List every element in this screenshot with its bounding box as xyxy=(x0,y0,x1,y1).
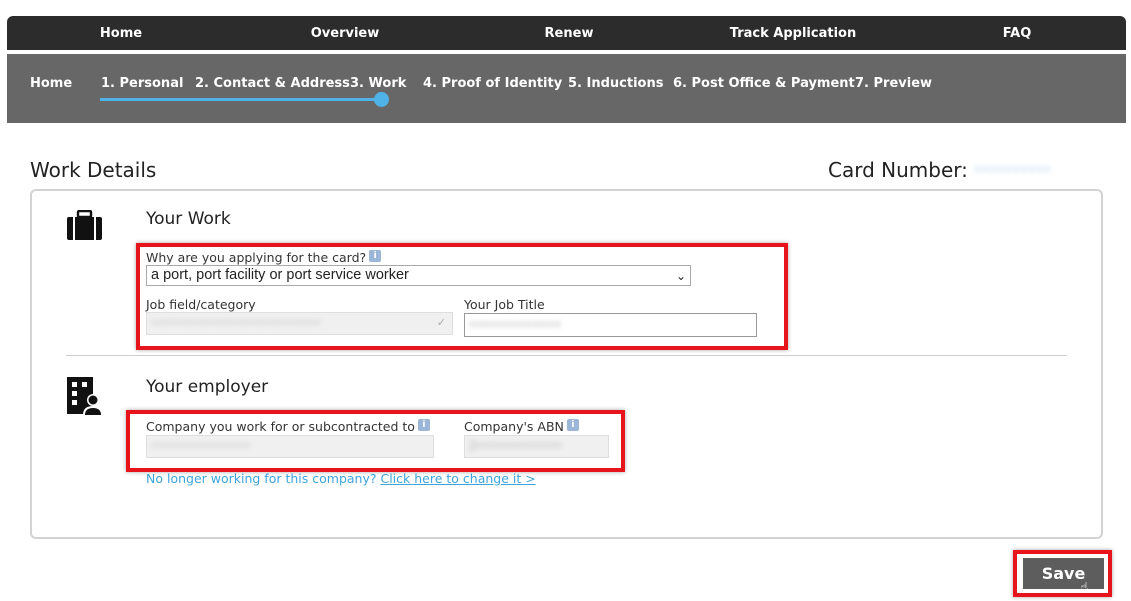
step-bar: Home 1. Personal 2. Contact & Address 3.… xyxy=(7,54,1126,123)
job-field-select: •••••••••••••••••••••••• ✓ xyxy=(146,312,453,335)
reason-label-text: Why are you applying for the card? xyxy=(146,250,367,265)
step-personal[interactable]: 1. Personal xyxy=(101,76,183,91)
job-title-input[interactable]: ••••••••••••• xyxy=(464,313,757,337)
page-title: Work Details xyxy=(30,158,157,182)
save-button[interactable]: Save xyxy=(1023,558,1104,589)
job-title-value: ••••••••••••• xyxy=(469,318,562,332)
step-preview[interactable]: 7. Preview xyxy=(855,76,932,91)
abn-input: 2•••••••••••• xyxy=(464,435,609,458)
reason-select-value: a port, port facility or port service wo… xyxy=(151,267,409,283)
change-company-text: No longer working for this company? xyxy=(146,471,377,486)
reason-select[interactable]: a port, port facility or port service wo… xyxy=(146,265,691,286)
change-company-link[interactable]: Click here to change it > xyxy=(380,471,535,486)
info-icon[interactable]: i xyxy=(417,419,430,431)
work-details-panel xyxy=(30,189,1103,539)
step-post-office-payment[interactable]: 6. Post Office & Payment xyxy=(673,76,855,91)
nav-overview[interactable]: Overview xyxy=(311,16,380,50)
change-company-line: No longer working for this company? Clic… xyxy=(146,471,536,486)
abn-label: Company's ABN i xyxy=(464,419,579,434)
job-title-label: Your Job Title xyxy=(464,297,545,312)
step-home[interactable]: Home xyxy=(30,76,72,91)
card-number-label: Card Number: xyxy=(828,158,968,182)
company-input: •••••••••••••• xyxy=(146,435,434,458)
job-field-label: Job field/category xyxy=(146,297,256,312)
top-nav: Home Overview Renew Track Application FA… xyxy=(7,16,1126,50)
company-label-text: Company you work for or subcontracted to xyxy=(146,419,415,434)
job-field-value: •••••••••••••••••••••••• xyxy=(151,316,321,330)
card-number-value: •••••••••• xyxy=(974,163,1051,178)
company-value: •••••••••••••• xyxy=(151,439,251,453)
step-work[interactable]: 3. Work xyxy=(350,76,406,91)
nav-home[interactable]: Home xyxy=(100,16,142,50)
step-proof-of-identity[interactable]: 4. Proof of Identity xyxy=(423,76,562,91)
abn-label-text: Company's ABN xyxy=(464,419,564,434)
info-icon[interactable]: i xyxy=(566,419,579,431)
step-inductions[interactable]: 5. Inductions xyxy=(568,76,663,91)
chevron-down-icon: ⌄ xyxy=(675,269,686,283)
nav-track-application[interactable]: Track Application xyxy=(730,16,856,50)
step-progress-line xyxy=(100,98,383,101)
section-divider xyxy=(66,355,1067,356)
your-employer-title: Your employer xyxy=(146,377,269,397)
hand-cursor-icon: ☝ xyxy=(1080,580,1089,596)
info-icon[interactable]: i xyxy=(369,250,382,262)
building-person-icon xyxy=(67,377,103,415)
company-label: Company you work for or subcontracted to… xyxy=(146,419,430,434)
abn-value: 2•••••••••••• xyxy=(469,439,562,453)
reason-label: Why are you applying for the card? i xyxy=(146,250,382,265)
briefcase-icon xyxy=(67,210,102,240)
your-work-title: Your Work xyxy=(146,209,231,229)
chevron-down-icon: ✓ xyxy=(436,316,446,329)
nav-faq[interactable]: FAQ xyxy=(1003,16,1032,50)
nav-renew[interactable]: Renew xyxy=(545,16,594,50)
step-contact-address[interactable]: 2. Contact & Address xyxy=(195,76,350,91)
step-progress-indicator xyxy=(374,92,389,107)
